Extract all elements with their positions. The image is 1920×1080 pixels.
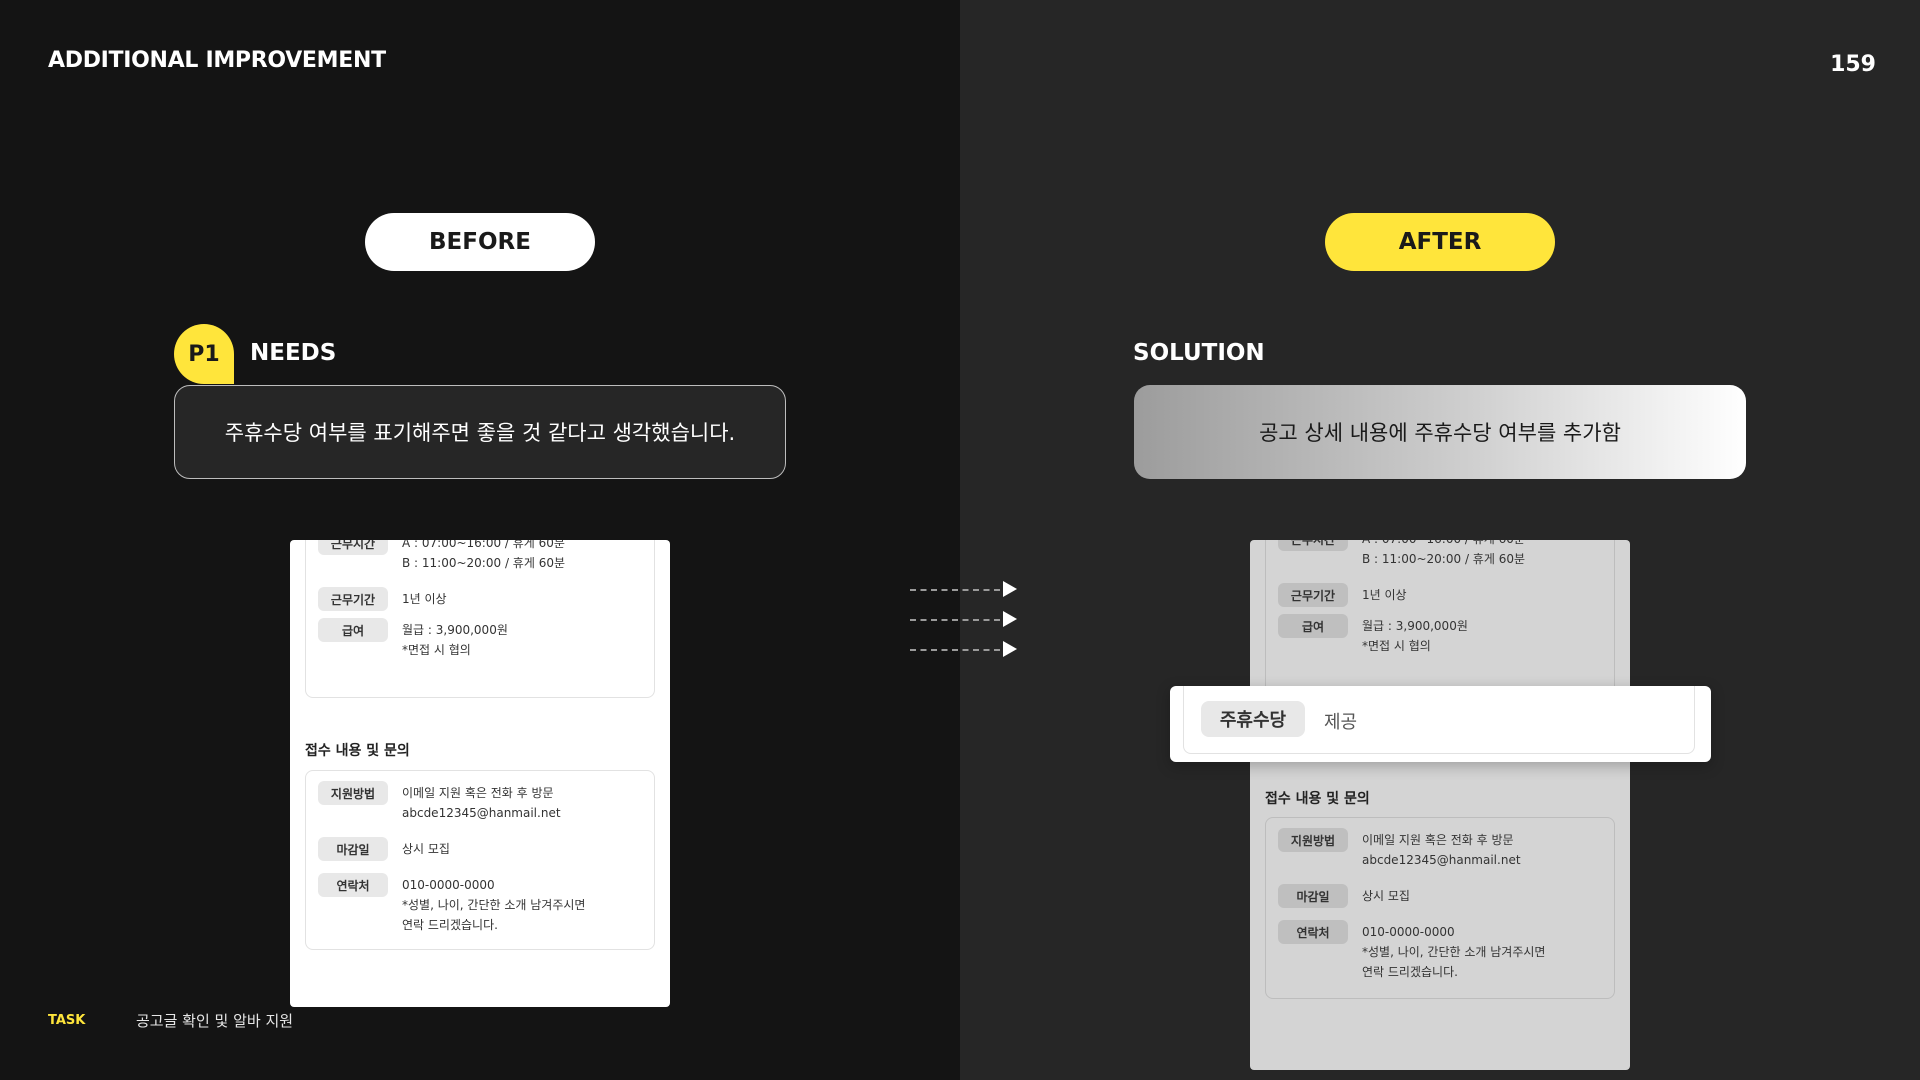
weekly-allowance-value: 제공 xyxy=(1324,712,1358,733)
deadline-value: 상시 모집 xyxy=(1362,889,1410,903)
apply-method-row: 지원방법 이메일 지원 혹은 전화 후 방문 abcde12345@hanmail… xyxy=(1278,828,1521,870)
contact-2: *성별, 나이, 간단한 소개 남겨주시면 xyxy=(402,898,586,912)
contact-tag: 연락처 xyxy=(318,873,388,897)
work-period-value: 1년 이상 xyxy=(402,592,447,606)
after-pill: AFTER xyxy=(1325,213,1555,271)
apply-method-1: 이메일 지원 혹은 전화 후 방문 xyxy=(1362,833,1514,847)
contact-row: 연락처 010-0000-0000 *성별, 나이, 간단한 소개 남겨주시면연락… xyxy=(1278,920,1545,982)
contact-card: 지원방법 이메일 지원 혹은 전화 후 방문 abcde12345@hanmail… xyxy=(305,770,655,950)
page-number: 159 xyxy=(1830,52,1876,77)
solution-box: 공고 상세 내용에 주휴수당 여부를 추가함 xyxy=(1134,385,1746,479)
apply-method-tag: 지원방법 xyxy=(1278,828,1348,852)
work-time-a: A : 07:00~16:00 / 휴게 60분 xyxy=(1362,540,1525,549)
deadline-tag: 마감일 xyxy=(1278,884,1348,908)
salary-note: *면접 시 협의 xyxy=(402,643,471,657)
slide-title: ADDITIONAL IMPROVEMENT xyxy=(48,48,386,73)
contact-2: *성별, 나이, 간단한 소개 남겨주시면 xyxy=(1362,945,1546,959)
deadline-row: 마감일 상시 모집 xyxy=(1278,884,1410,908)
salary-value: 월급 : 3,900,000원 xyxy=(1362,619,1468,633)
needs-box: 주휴수당 여부를 표기해주면 좋을 것 같다고 생각했습니다. xyxy=(174,385,786,479)
weekly-allowance-card: 주휴수당 제공 xyxy=(1170,686,1711,762)
before-job-post-mockup: 근무시간 A : 07:00~16:00 / 휴게 60분 B : 11:00~2… xyxy=(290,540,670,1007)
weekly-allowance-tag: 주휴수당 xyxy=(1201,701,1305,737)
section-title: 접수 내용 및 문의 xyxy=(305,743,410,759)
work-period-row: 근무기간 1년 이상 xyxy=(1278,583,1407,607)
arrow-right-icon xyxy=(910,580,1020,600)
work-time-b: B : 11:00~20:00 / 휴게 60분 xyxy=(1362,552,1525,566)
work-time-tag: 근무시간 xyxy=(318,540,388,555)
apply-method-1: 이메일 지원 혹은 전화 후 방문 xyxy=(402,786,554,800)
section-title: 접수 내용 및 문의 xyxy=(1265,791,1370,807)
contact-3: 연락 드리겠습니다. xyxy=(1362,965,1458,979)
contact-1: 010-0000-0000 xyxy=(1362,925,1455,939)
task-text: 공고글 확인 및 알바 지원 xyxy=(136,1012,294,1030)
persona-badge: P1 xyxy=(174,324,234,384)
deadline-tag: 마감일 xyxy=(318,837,388,861)
work-period-tag: 근무기간 xyxy=(318,587,388,611)
apply-method-2: abcde12345@hanmail.net xyxy=(1362,853,1521,867)
work-time-b: B : 11:00~20:00 / 휴게 60분 xyxy=(402,556,565,570)
apply-method-tag: 지원방법 xyxy=(318,781,388,805)
work-period-tag: 근무기간 xyxy=(1278,583,1348,607)
salary-tag: 급여 xyxy=(1278,614,1348,638)
work-time-row: 근무시간 A : 07:00~16:00 / 휴게 60분 B : 11:00~2… xyxy=(1278,540,1525,569)
work-info-card: 근무시간 A : 07:00~16:00 / 휴게 60분 B : 11:00~2… xyxy=(1265,540,1615,698)
work-period-value: 1년 이상 xyxy=(1362,588,1407,602)
after-job-post-mockup: 근무시간 A : 07:00~16:00 / 휴게 60분 B : 11:00~2… xyxy=(1250,540,1630,1070)
contact-card: 지원방법 이메일 지원 혹은 전화 후 방문 abcde12345@hanmail… xyxy=(1265,817,1615,999)
work-time-row: 근무시간 A : 07:00~16:00 / 휴게 60분 B : 11:00~2… xyxy=(318,540,565,573)
apply-method-row: 지원방법 이메일 지원 혹은 전화 후 방문 abcde12345@hanmail… xyxy=(318,781,561,823)
work-period-row: 근무기간 1년 이상 xyxy=(318,587,447,611)
needs-text: 주휴수당 여부를 표기해주면 좋을 것 같다고 생각했습니다. xyxy=(224,421,736,445)
apply-method-2: abcde12345@hanmail.net xyxy=(402,806,561,820)
work-time-tag: 근무시간 xyxy=(1278,540,1348,551)
task-label: TASK xyxy=(48,1013,86,1028)
salary-row: 급여 월급 : 3,900,000원 *면접 시 협의 xyxy=(1278,614,1468,656)
deadline-value: 상시 모집 xyxy=(402,842,450,856)
salary-row: 급여 월급 : 3,900,000원 *면접 시 협의 xyxy=(318,618,508,660)
needs-label: NEEDS xyxy=(250,340,337,366)
contact-3: 연락 드리겠습니다. xyxy=(402,918,498,932)
salary-note: *면접 시 협의 xyxy=(1362,639,1431,653)
solution-text: 공고 상세 내용에 주휴수당 여부를 추가함 xyxy=(1259,421,1621,445)
deadline-row: 마감일 상시 모집 xyxy=(318,837,450,861)
salary-tag: 급여 xyxy=(318,618,388,642)
arrow-right-icon xyxy=(910,640,1020,660)
contact-row: 연락처 010-0000-0000 *성별, 나이, 간단한 소개 남겨주시면연락… xyxy=(318,873,585,935)
slide: ADDITIONAL IMPROVEMENT 159 BEFORE AFTER … xyxy=(0,0,1920,1080)
salary-value: 월급 : 3,900,000원 xyxy=(402,623,508,637)
before-pill: BEFORE xyxy=(365,213,595,271)
arrow-right-icon xyxy=(910,610,1020,630)
work-time-a: A : 07:00~16:00 / 휴게 60분 xyxy=(402,540,565,550)
contact-1: 010-0000-0000 xyxy=(402,878,495,892)
work-info-card: 근무시간 A : 07:00~16:00 / 휴게 60분 B : 11:00~2… xyxy=(305,540,655,698)
solution-label: SOLUTION xyxy=(1133,340,1265,366)
contact-tag: 연락처 xyxy=(1278,920,1348,944)
